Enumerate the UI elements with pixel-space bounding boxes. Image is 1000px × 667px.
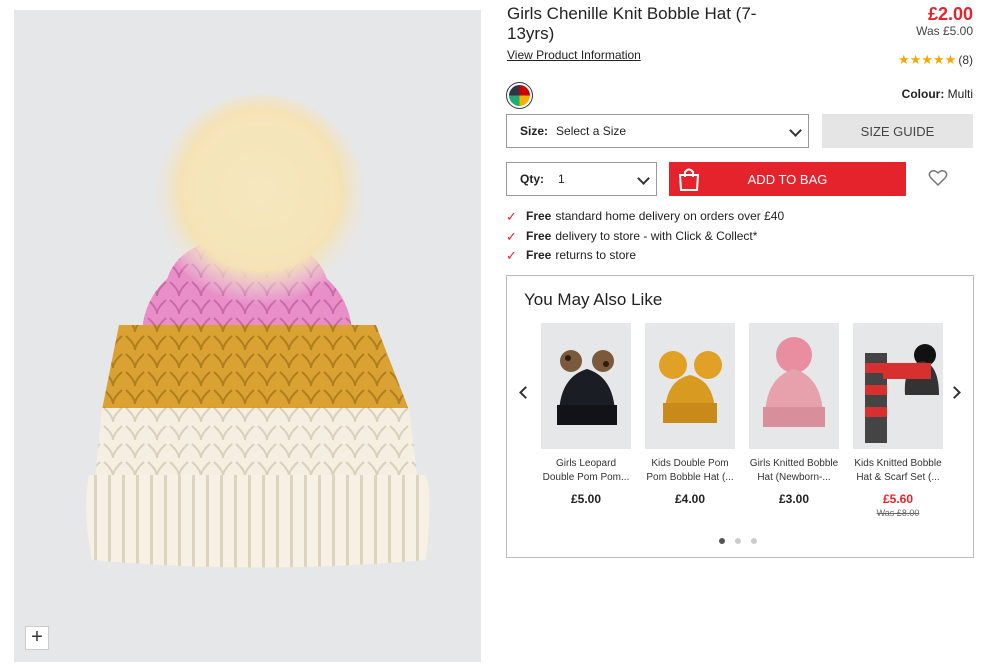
hat-scarf-set-image [865,344,939,443]
item-name[interactable]: Kids Double Pom Pom Bobble Hat (... [645,457,735,485]
recommendation-item[interactable]: Kids Knitted Bobble Hat & Scarf Set (...… [853,323,943,518]
delivery-info: ✓ Free standard home delivery on orders ov… [506,207,784,266]
delivery-text: returns to store [555,248,637,262]
delivery-text: delivery to store - with Click & Collect… [555,228,758,243]
shopping-bag-icon [678,168,700,191]
check-icon: ✓ [506,209,517,224]
item-name[interactable]: Girls Knitted Bobble Hat (Newborn-... [749,457,839,485]
carousel-pagination [719,538,757,544]
multi-colour-swatch-icon [509,85,530,106]
colour-label: Colour: [901,87,945,101]
item-was-price: Was £8.00 [876,508,920,518]
heart-icon[interactable] [928,169,948,187]
review-count: (8) [958,53,973,67]
recommendations-carousel: You May Also Like Girls Leopard Double P… [506,275,974,558]
colour-info: Colour: Multi [902,87,973,101]
delivery-text: standard home delivery on orders over £4… [555,209,785,223]
current-price: £2.00 [927,4,973,24]
size-guide-button[interactable]: SIZE GUIDE [822,114,973,148]
item-name[interactable]: Kids Knitted Bobble Hat & Scarf Set (... [853,457,943,485]
mustard-pom-hat-image [659,351,722,423]
recommendation-item[interactable]: Girls Knitted Bobble Hat (Newborn-... £3… [749,323,839,518]
product-thumbnail[interactable] [541,323,631,449]
zoom-button[interactable]: + [25,626,49,650]
chevron-down-icon [789,124,802,137]
recommendation-item[interactable]: Kids Double Pom Pom Bobble Hat (... £4.0… [645,323,735,518]
check-icon: ✓ [506,248,517,263]
pagination-dot[interactable] [735,538,741,544]
size-label: Size: [520,124,549,138]
product-title: Girls Chenille Knit Bobble Hat (7-13yrs) [507,4,757,43]
product-thumbnail[interactable] [645,323,735,449]
pagination-dot[interactable] [751,538,757,544]
delivery-free-label: Free [526,248,552,262]
delivery-line: ✓ Free delivery to store - with Click & Co… [506,227,784,247]
colour-value: Multi [947,87,973,101]
black-pom-hat-image [557,350,617,425]
quantity-value: 1 [558,172,565,186]
check-icon: ✓ [506,228,517,244]
delivery-line: ✓ Free standard home delivery on orders ov… [506,207,784,227]
delivery-line: ✓ Free returns to store [506,246,784,266]
chevron-left-icon[interactable] [519,386,532,399]
size-value: Select a Size [556,124,627,138]
view-product-information-link[interactable]: View Product Information [507,48,641,62]
quantity-select[interactable]: Qty: 1 [506,162,657,196]
star-rating-icon: ★★★★★ [898,52,957,67]
chevron-down-icon [637,172,650,185]
recommendations-title: You May Also Like [524,290,663,309]
was-price: Was £5.00 [916,24,973,38]
chevron-right-icon[interactable] [948,386,961,399]
item-name[interactable]: Girls Leopard Double Pom Pom... [541,457,631,485]
add-to-bag-button[interactable]: ADD TO BAG [669,162,906,196]
size-select[interactable]: Size: Select a Size [506,114,809,148]
item-sale-price: £5.60 [882,492,914,506]
bobble-hat-illustration [86,95,430,568]
colour-swatch[interactable] [506,82,533,109]
product-thumbnail[interactable] [749,323,839,449]
pagination-dot[interactable] [719,538,725,544]
item-price: £5.00 [570,492,602,506]
rating[interactable]: ★★★★★ (8) [898,52,973,68]
add-to-bag-label: ADD TO BAG [747,171,828,187]
delivery-free-label: Free [526,228,552,243]
product-image[interactable]: + [14,10,481,662]
item-price: £3.00 [778,492,810,506]
item-price: £4.00 [674,492,706,506]
delivery-free-label: Free [526,209,552,223]
pink-bobble-hat-image [763,337,825,427]
quantity-label: Qty: [520,172,544,186]
recommendation-item[interactable]: Girls Leopard Double Pom Pom... £5.00 [541,323,631,518]
product-thumbnail[interactable] [853,323,943,449]
